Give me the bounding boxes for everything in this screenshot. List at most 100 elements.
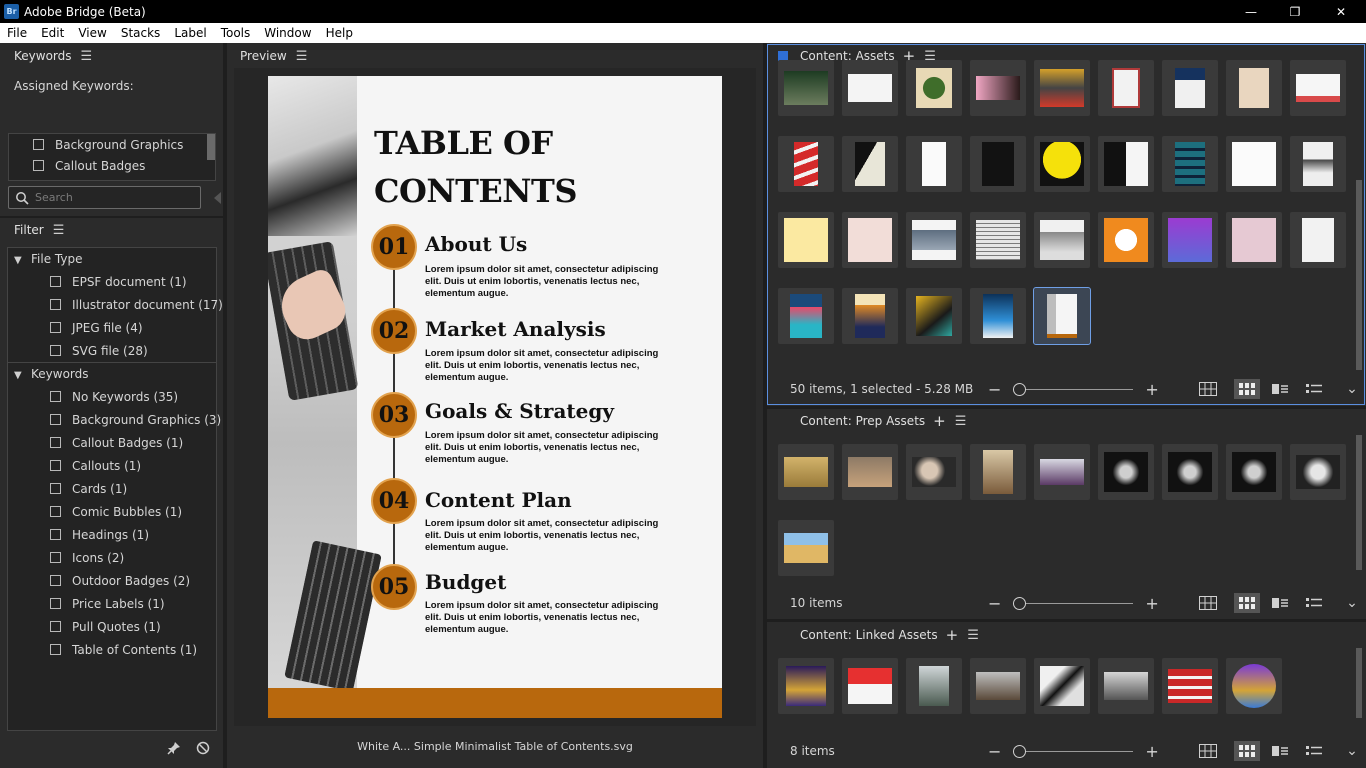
checkbox[interactable] [33, 160, 44, 171]
thumbnail[interactable] [970, 60, 1026, 116]
filter-item[interactable]: Table of Contents (1) [50, 643, 197, 657]
panel-menu-icon[interactable]: ☰ [967, 628, 979, 643]
filter-item[interactable]: Outdoor Badges (2) [50, 574, 190, 588]
checkbox[interactable] [33, 139, 44, 150]
thumbnail[interactable] [1226, 60, 1282, 116]
pin-icon[interactable] [167, 741, 181, 755]
filter-item[interactable]: SVG file (28) [50, 344, 148, 358]
thumbnail[interactable] [842, 136, 898, 192]
thumbnail[interactable] [1290, 60, 1346, 116]
checkbox[interactable] [50, 460, 61, 471]
menu-help[interactable]: Help [319, 23, 360, 43]
column-divider[interactable] [223, 43, 227, 768]
scrollbar-thumb[interactable] [1356, 180, 1362, 370]
view-list-button[interactable] [1301, 379, 1327, 399]
thumbnail[interactable] [842, 212, 898, 268]
filter-item[interactable]: Comic Bubbles (1) [50, 505, 182, 519]
thumbnail-size-slider[interactable] [1013, 744, 1134, 758]
clear-filter-icon[interactable] [196, 741, 210, 755]
filter-item[interactable]: Cards (1) [50, 482, 127, 496]
thumbnail[interactable] [1034, 60, 1090, 116]
thumbnail[interactable] [1226, 212, 1282, 268]
filter-item[interactable]: Illustrator document (17) [50, 298, 223, 312]
thumbnail[interactable] [970, 136, 1026, 192]
thumbnail[interactable] [842, 60, 898, 116]
panel-menu-icon[interactable]: ☰ [53, 223, 65, 238]
checkbox[interactable] [50, 391, 61, 402]
menu-file[interactable]: File [0, 23, 34, 43]
thumbnail[interactable] [1034, 212, 1090, 268]
scrollbar[interactable] [1355, 70, 1363, 370]
grid-lock-button[interactable] [1195, 741, 1221, 761]
menu-tools[interactable]: Tools [214, 23, 258, 43]
collapse-arrow-icon[interactable] [214, 192, 221, 204]
view-details-button[interactable] [1267, 741, 1293, 761]
keyword-search-field[interactable]: Search [8, 186, 201, 209]
checkbox[interactable] [50, 414, 61, 425]
view-thumbnails-button[interactable] [1234, 741, 1260, 761]
scrollbar[interactable] [1355, 435, 1363, 585]
thumbnail[interactable] [906, 212, 962, 268]
checkbox[interactable] [50, 621, 61, 632]
view-list-button[interactable] [1301, 741, 1327, 761]
checkbox[interactable] [50, 644, 61, 655]
zoom-out-button[interactable]: − [988, 380, 1001, 399]
view-details-button[interactable] [1267, 593, 1293, 613]
view-options-chevron[interactable]: ⌄ [1339, 741, 1365, 761]
thumbnail[interactable] [970, 444, 1026, 500]
thumbnail[interactable] [1098, 212, 1154, 268]
scrollbar-thumb[interactable] [1356, 435, 1362, 570]
thumbnail-size-slider[interactable] [1013, 596, 1134, 610]
checkbox[interactable] [50, 322, 61, 333]
close-button[interactable]: ✕ [1318, 0, 1364, 23]
filter-item[interactable]: Background Graphics (3) [50, 413, 221, 427]
thumbnail[interactable] [1162, 444, 1218, 500]
filter-group-file-type[interactable]: ▼ File Type [14, 252, 82, 266]
thumbnail[interactable] [778, 288, 834, 344]
keyword-item[interactable]: Callout Badges [33, 159, 145, 173]
thumbnail[interactable] [778, 520, 834, 576]
checkbox[interactable] [50, 483, 61, 494]
thumbnail[interactable] [842, 444, 898, 500]
tab-content-prep-assets[interactable]: Content: Prep Assets [800, 414, 925, 428]
view-options-chevron[interactable]: ⌄ [1339, 379, 1365, 399]
add-tab-icon[interactable]: + [946, 626, 959, 644]
slider-knob[interactable] [1013, 744, 1027, 758]
view-options-chevron[interactable]: ⌄ [1339, 593, 1365, 613]
checkbox[interactable] [50, 506, 61, 517]
keyword-item[interactable]: Background Graphics [33, 138, 183, 152]
thumbnail[interactable] [1034, 444, 1090, 500]
thumbnail[interactable] [1162, 658, 1218, 714]
thumbnail[interactable] [1098, 444, 1154, 500]
thumbnail[interactable] [1226, 136, 1282, 192]
filter-item[interactable]: Callouts (1) [50, 459, 141, 473]
panel-menu-icon[interactable]: ☰ [296, 49, 308, 64]
panel-menu-icon[interactable]: ☰ [81, 49, 93, 64]
thumbnail[interactable] [906, 658, 962, 714]
minimize-button[interactable]: — [1228, 0, 1274, 23]
thumbnail[interactable] [1034, 136, 1090, 192]
thumbnail[interactable] [1162, 60, 1218, 116]
thumbnail[interactable] [1290, 136, 1346, 192]
grid-lock-button[interactable] [1195, 379, 1221, 399]
thumbnail-size-slider[interactable] [1013, 382, 1134, 396]
filter-item[interactable]: Price Labels (1) [50, 597, 165, 611]
zoom-in-button[interactable]: + [1145, 594, 1158, 613]
zoom-out-button[interactable]: − [988, 742, 1001, 761]
menu-label[interactable]: Label [167, 23, 213, 43]
filter-item[interactable]: EPSF document (1) [50, 275, 187, 289]
panel-menu-icon[interactable]: ☰ [955, 414, 967, 429]
zoom-in-button[interactable]: + [1145, 742, 1158, 761]
view-thumbnails-button[interactable] [1234, 379, 1260, 399]
thumbnail[interactable] [778, 136, 834, 192]
filter-item[interactable]: JPEG file (4) [50, 321, 143, 335]
thumbnail[interactable] [1290, 212, 1346, 268]
filter-item[interactable]: Callout Badges (1) [50, 436, 183, 450]
thumbnail[interactable] [970, 658, 1026, 714]
thumbnail[interactable] [1290, 444, 1346, 500]
expand-chevron-icon[interactable]: ▼ [14, 370, 24, 381]
add-tab-icon[interactable]: + [933, 412, 946, 430]
thumbnail[interactable] [906, 60, 962, 116]
checkbox[interactable] [50, 299, 61, 310]
restore-button[interactable]: ❐ [1272, 0, 1318, 23]
